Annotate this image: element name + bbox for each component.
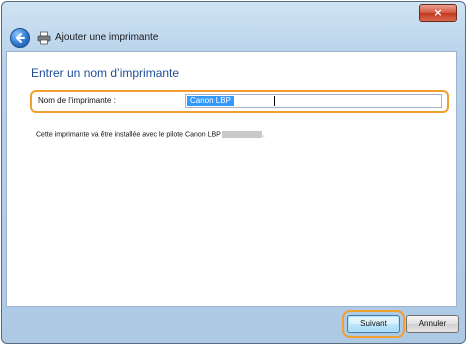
- driver-info-text: Cette imprimante va être installée avec …: [36, 131, 265, 138]
- printer-name-label: Nom de l’imprimante :: [38, 96, 116, 105]
- cancel-button[interactable]: Annuler: [406, 315, 459, 333]
- printer-name-input[interactable]: Canon LBP: [185, 94, 442, 108]
- next-button[interactable]: Suivant: [347, 315, 400, 333]
- driver-info-suffix: .: [262, 131, 265, 139]
- close-icon: ×: [433, 6, 443, 19]
- window-title: Ajouter une imprimante: [55, 32, 159, 43]
- printer-icon: [37, 31, 51, 45]
- driver-info-prefix: Cette imprimante va être installée avec …: [36, 131, 221, 139]
- page-title: Entrer un nom d’imprimante: [31, 66, 180, 80]
- text-caret: [274, 96, 275, 106]
- back-arrow-icon: [16, 33, 25, 43]
- close-button[interactable]: ×: [419, 4, 457, 22]
- redacted-model-number: [221, 131, 262, 138]
- back-button[interactable]: [10, 28, 30, 48]
- printer-name-value: Canon LBP: [187, 96, 234, 106]
